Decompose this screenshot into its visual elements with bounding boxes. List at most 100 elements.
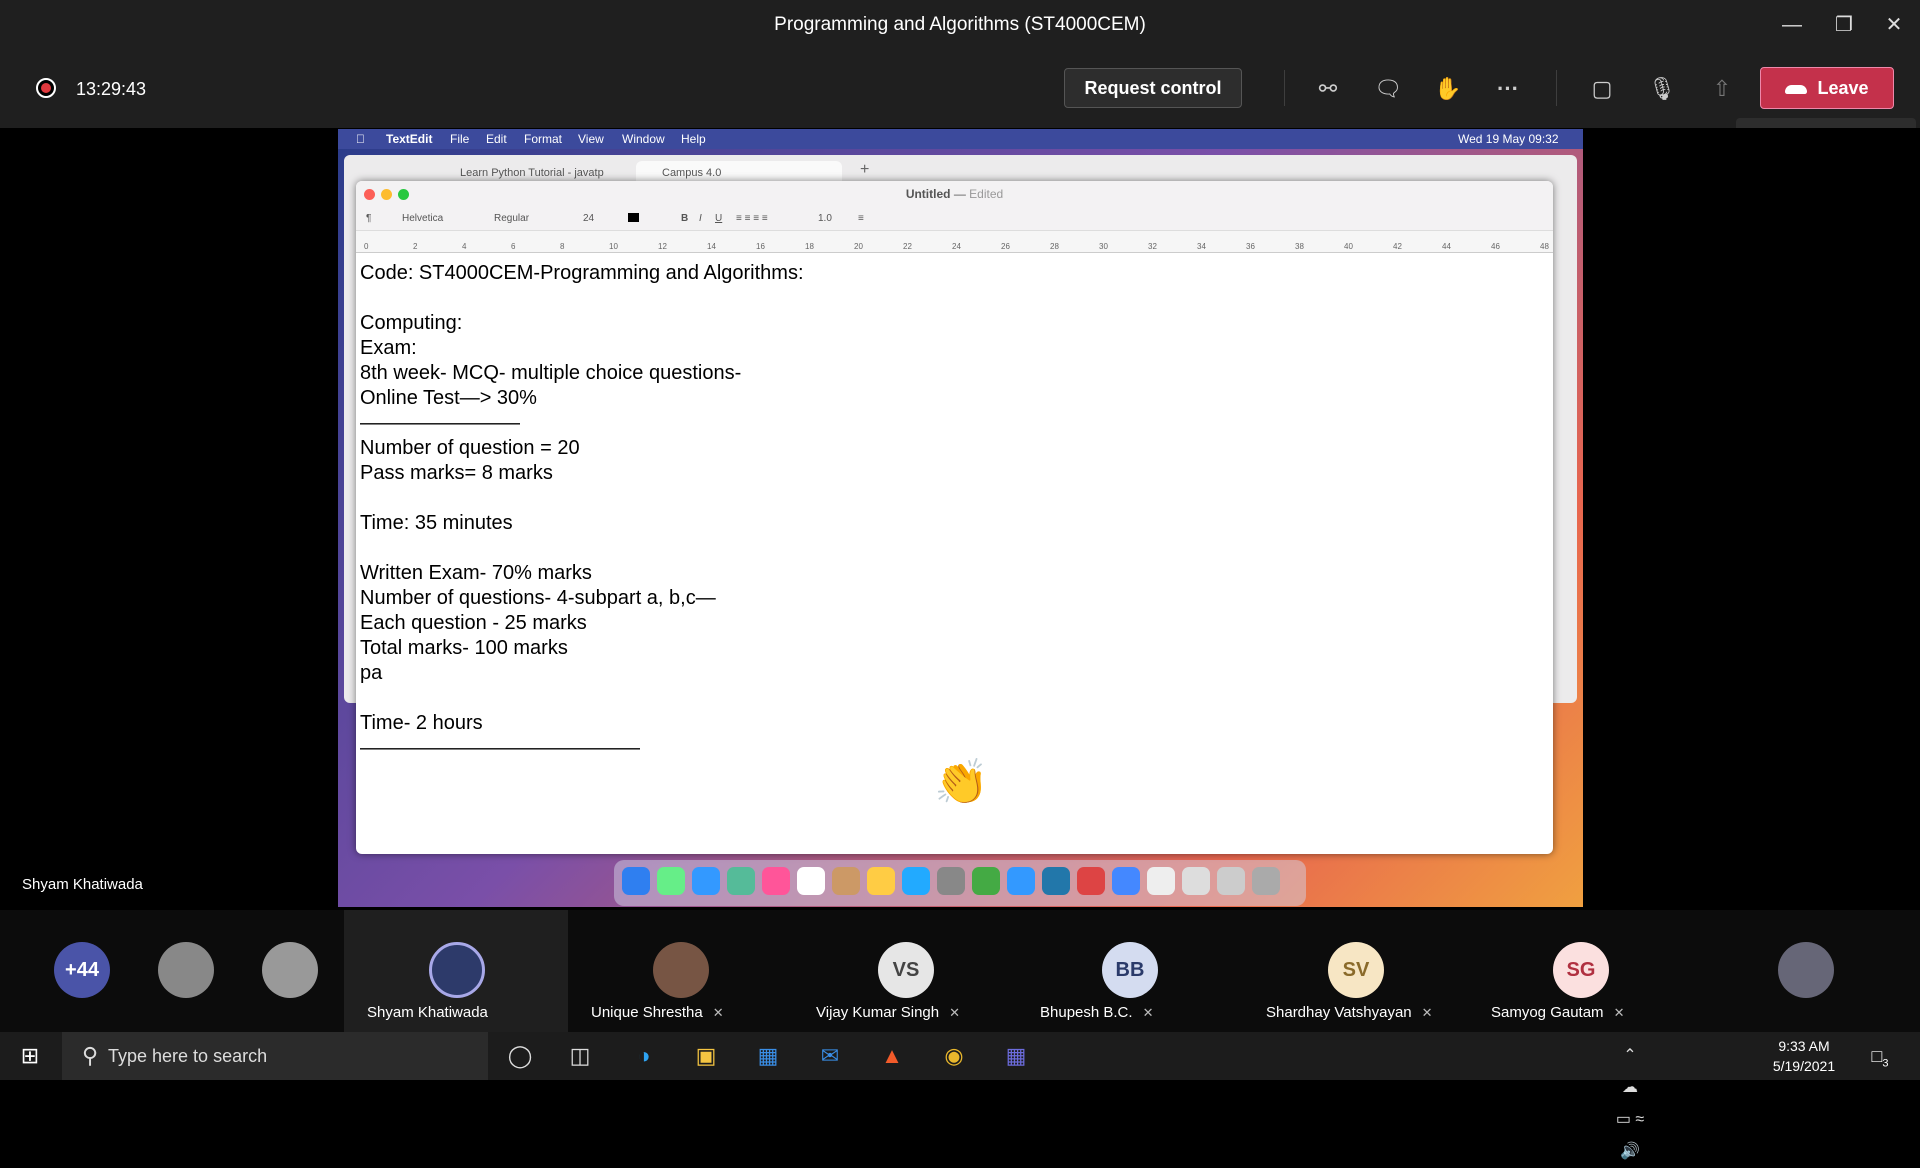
document-line: Total marks- 100 marks <box>360 637 568 659</box>
underline-icon[interactable]: U <box>715 213 722 224</box>
dock-app-icon[interactable] <box>902 867 930 895</box>
dock-app-icon[interactable] <box>797 867 825 895</box>
minimize-icon[interactable] <box>381 189 392 200</box>
participant-avatar[interactable]: +44 <box>54 942 110 998</box>
list-icon[interactable]: ≡ <box>858 213 864 224</box>
bold-icon[interactable]: B <box>681 213 688 224</box>
participants-icon[interactable]: ⚯ <box>1310 72 1346 106</box>
request-control-button[interactable]: Request control <box>1064 68 1242 108</box>
document-line: Written Exam- 70% marks <box>360 562 592 584</box>
dock-app-icon[interactable] <box>1007 867 1035 895</box>
color-swatch[interactable] <box>628 213 639 222</box>
style-select[interactable]: Regular <box>494 213 529 224</box>
ruler-tick-label: 40 <box>1344 242 1353 251</box>
ruler-tick-label: 16 <box>756 242 765 251</box>
task-view-icon[interactable]: ◫ <box>564 1040 596 1072</box>
ruler-tick-label: 36 <box>1246 242 1255 251</box>
dock-app-icon[interactable] <box>937 867 965 895</box>
align-icons[interactable]: ≡ ≡ ≡ ≡ <box>736 213 768 224</box>
ruler-tick-label: 32 <box>1148 242 1157 251</box>
notifications-icon[interactable]: □3 <box>1864 1040 1896 1072</box>
size-select[interactable]: 24 <box>583 213 594 224</box>
participant-avatar[interactable]: SG <box>1553 942 1609 998</box>
participant-avatar[interactable] <box>653 942 709 998</box>
clock-date: 5/19/2021 <box>1772 1058 1836 1074</box>
zoom-icon[interactable] <box>398 189 409 200</box>
document-body[interactable]: Code: ST4000CEM-Programming and Algorith… <box>360 261 1540 761</box>
document-line: 8th week- MCQ- multiple choice questions… <box>360 362 742 384</box>
browser-tab-label: Learn Python Tutorial - javatp <box>460 167 604 179</box>
italic-icon[interactable]: I <box>699 213 702 224</box>
font-select[interactable]: Helvetica <box>402 213 443 224</box>
dock-app-icon[interactable] <box>867 867 895 895</box>
close-icon[interactable] <box>364 189 375 200</box>
mac-menu-item[interactable]: File <box>450 132 469 146</box>
format-bar: ¶ Helvetica Regular 24 B I U ≡ ≡ ≡ ≡ 1.0… <box>356 207 1553 231</box>
reactions-icon[interactable]: ✋ <box>1430 72 1466 106</box>
participant-avatar[interactable] <box>1778 942 1834 998</box>
dock-app-icon[interactable] <box>1077 867 1105 895</box>
file-explorer-icon[interactable]: ▣ <box>690 1040 722 1072</box>
tray-icons[interactable]: ⌃ ☁ ▭ ≈ 🔊 <box>1614 1040 1646 1160</box>
mac-menu-item[interactable]: Edit <box>486 132 507 146</box>
cortana-icon[interactable]: ◯ <box>504 1040 536 1072</box>
windows-start-icon[interactable]: ⊞ <box>14 1040 46 1072</box>
dock-app-icon[interactable] <box>657 867 685 895</box>
participant-avatar[interactable] <box>158 942 214 998</box>
dock-app-icon[interactable] <box>1147 867 1175 895</box>
participant-name-text: Samyog Gautam <box>1491 1004 1604 1021</box>
minimize-icon[interactable]: — <box>1772 10 1812 40</box>
mac-clock: Wed 19 May 09:32 <box>1458 132 1559 146</box>
dock-app-icon[interactable] <box>622 867 650 895</box>
dock-app-icon[interactable] <box>692 867 720 895</box>
brave-icon[interactable]: ▲ <box>876 1040 908 1072</box>
edge-icon[interactable]: ◑ <box>628 1040 660 1072</box>
ruler-tick-label: 6 <box>511 242 516 251</box>
more-icon[interactable]: ··· <box>1490 72 1526 106</box>
mac-menu-item[interactable]: Format <box>524 132 562 146</box>
mac-menu-item[interactable]: View <box>578 132 604 146</box>
dock-app-icon[interactable] <box>1042 867 1070 895</box>
paragraph-icon[interactable]: ¶ <box>366 213 371 224</box>
dock-app-icon[interactable] <box>727 867 755 895</box>
mac-menu-item[interactable]: TextEdit <box>386 132 432 146</box>
chrome-icon[interactable]: ◉ <box>938 1040 970 1072</box>
document-line: Time: 35 minutes <box>360 512 513 534</box>
participant-avatar[interactable] <box>262 942 318 998</box>
dock-app-icon[interactable] <box>1112 867 1140 895</box>
dock-app-icon[interactable] <box>762 867 790 895</box>
document-line: ———————— <box>360 412 520 434</box>
taskbar-search[interactable]: Type here to search <box>62 1032 488 1080</box>
ruler-tick-label: 26 <box>1001 242 1010 251</box>
store-icon[interactable]: ▦ <box>752 1040 784 1072</box>
mac-menu-item[interactable]: Help <box>681 132 706 146</box>
participant-avatar[interactable]: BB <box>1102 942 1158 998</box>
close-icon[interactable]: ✕ <box>1874 10 1914 40</box>
share-icon[interactable]: ⇧ <box>1704 72 1740 106</box>
participant-avatar[interactable]: VS <box>878 942 934 998</box>
participant-avatar[interactable]: SV <box>1328 942 1384 998</box>
participant-name: Bhupesh B.C. ✕ <box>1040 1004 1153 1021</box>
participant-avatar[interactable] <box>429 942 485 998</box>
dock-app-icon[interactable] <box>832 867 860 895</box>
chat-icon[interactable]: 🗨 <box>1370 72 1406 106</box>
dock-app-icon[interactable] <box>1252 867 1280 895</box>
dock-app-icon[interactable] <box>972 867 1000 895</box>
dock-app-icon[interactable] <box>1217 867 1245 895</box>
taskbar-clock[interactable]: 9:33 AM 5/19/2021 <box>1764 1036 1844 1076</box>
ruler-tick-label: 18 <box>805 242 814 251</box>
leave-button[interactable]: Leave <box>1760 67 1894 109</box>
mic-off-icon[interactable]: 🎙 <box>1644 72 1680 106</box>
dock-app-icon[interactable] <box>1182 867 1210 895</box>
mail-icon[interactable]: ✉ <box>814 1040 846 1072</box>
mac-menu-item[interactable]: Window <box>622 132 665 146</box>
document-line: Pass marks= 8 marks <box>360 462 553 484</box>
teams-icon[interactable]: ▦ <box>1000 1040 1032 1072</box>
new-tab-icon[interactable]: + <box>860 161 869 179</box>
mic-muted-icon: ✕ <box>1613 1005 1625 1020</box>
restore-icon[interactable]: ❐ <box>1824 10 1864 40</box>
document-line: pa <box>360 662 383 684</box>
spacing-select[interactable]: 1.0 <box>818 213 832 224</box>
mac-dock <box>614 860 1306 906</box>
camera-off-icon[interactable]: ▢ <box>1584 72 1620 106</box>
